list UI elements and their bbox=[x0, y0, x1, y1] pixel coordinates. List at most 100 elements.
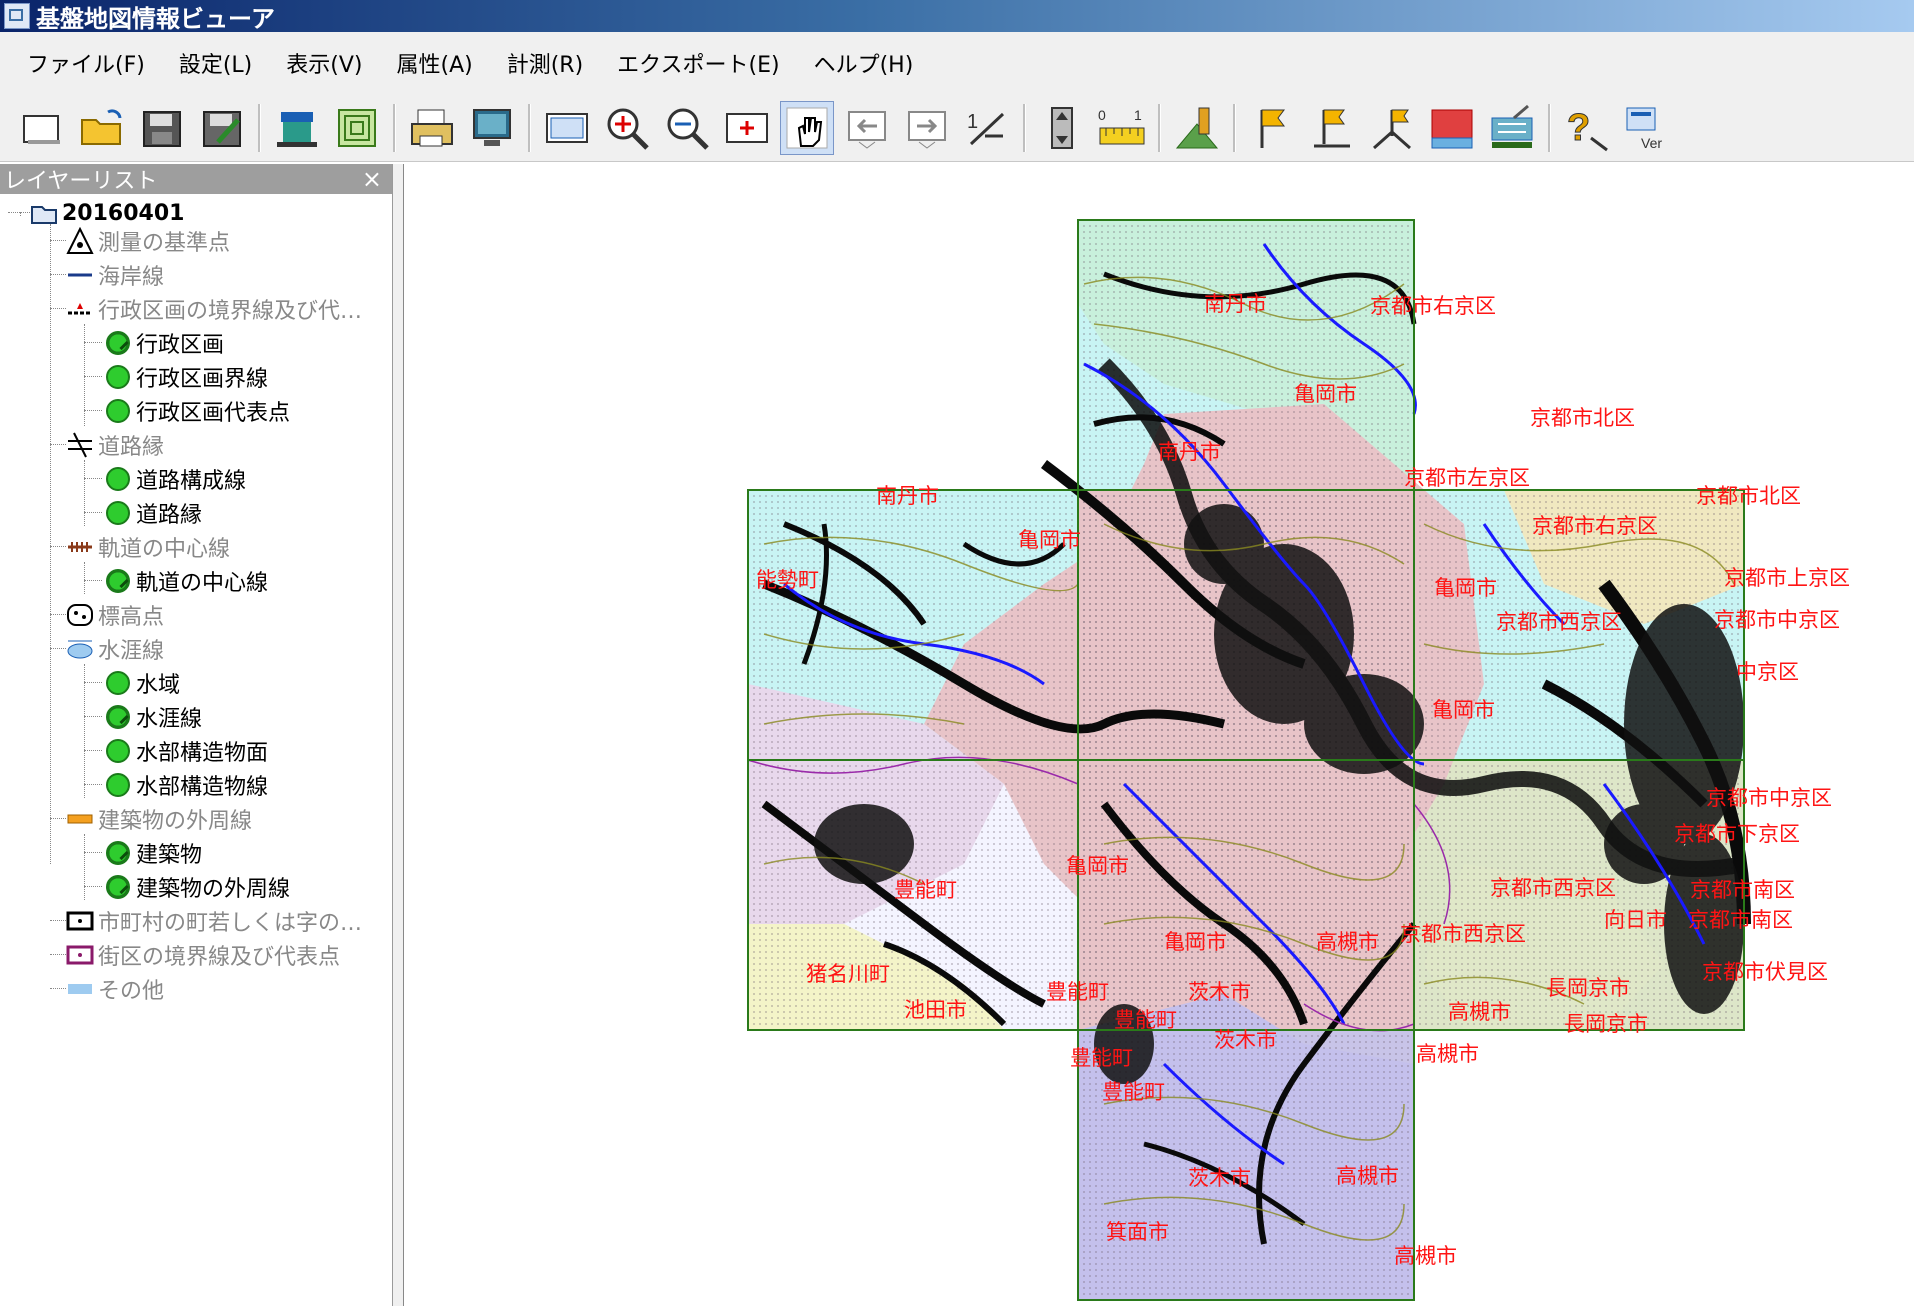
place-label: 高槻市 bbox=[1416, 1042, 1479, 1066]
screen-icon[interactable] bbox=[465, 101, 519, 155]
sublayer-waterline[interactable]: 水涯線 bbox=[104, 700, 202, 734]
scale-icon[interactable]: 1 bbox=[960, 101, 1014, 155]
visibility-on-icon[interactable] bbox=[104, 771, 132, 799]
sublayer-label: 水涯線 bbox=[136, 707, 203, 732]
panel-splitter[interactable] bbox=[393, 164, 404, 1306]
sublayer-building-outline[interactable]: 建築物の外周線 bbox=[104, 870, 290, 904]
open-folder-icon[interactable] bbox=[75, 101, 129, 155]
full-extent-icon[interactable] bbox=[540, 101, 594, 155]
new-icon[interactable] bbox=[15, 101, 69, 155]
layer-coastline[interactable]: 海岸線 bbox=[66, 258, 164, 292]
place-label: 京都市北区 bbox=[1530, 406, 1635, 430]
visibility-on-icon[interactable] bbox=[104, 669, 132, 697]
visibility-on-icon[interactable] bbox=[104, 839, 132, 867]
sublayer-building[interactable]: 建築物 bbox=[104, 836, 202, 870]
layer-elevation-point[interactable]: 標高点 bbox=[66, 598, 164, 632]
vertical-scale-icon[interactable] bbox=[1035, 101, 1089, 155]
flag-line-icon[interactable] bbox=[1305, 101, 1359, 155]
layer-survey-point[interactable]: 測量の基準点 bbox=[66, 224, 230, 258]
app-icon bbox=[4, 3, 30, 29]
visibility-on-icon[interactable] bbox=[104, 703, 132, 731]
map-view[interactable]: 南丹市 京都市右京区 亀岡市 京都市北区 南丹市 京都市左京区 京都市北区 南丹… bbox=[404, 164, 1914, 1306]
sublayer-road-component[interactable]: 道路構成線 bbox=[104, 462, 246, 496]
other-icon bbox=[66, 975, 94, 1003]
pan-hand-icon[interactable] bbox=[780, 100, 834, 155]
toolbar-separator bbox=[393, 103, 396, 152]
visibility-on-icon[interactable] bbox=[104, 465, 132, 493]
layer-block-boundary[interactable]: 街区の境界線及び代表点 bbox=[66, 938, 340, 972]
sublayer-water-area[interactable]: 水域 bbox=[104, 666, 180, 700]
zoom-box-icon[interactable] bbox=[720, 101, 774, 155]
place-label: 京都市下京区 bbox=[1674, 822, 1800, 846]
layer-label: 軌道の中心線 bbox=[98, 537, 231, 562]
place-label: 京都市上京区 bbox=[1724, 566, 1850, 590]
flag-icon[interactable] bbox=[1245, 101, 1299, 155]
place-label: 茨木市 bbox=[1214, 1028, 1277, 1052]
sublayer-railway-center[interactable]: 軌道の中心線 bbox=[104, 564, 268, 598]
layer-label: 建築物の外周線 bbox=[98, 809, 253, 834]
layer-waterline[interactable]: 水涯線 bbox=[66, 632, 164, 666]
place-label: 豊能町 bbox=[1070, 1046, 1133, 1070]
menu-file[interactable]: ファイル(F) bbox=[10, 47, 162, 79]
layer-building-outline[interactable]: 建築物の外周線 bbox=[66, 802, 252, 836]
elevation-icon[interactable] bbox=[1170, 101, 1224, 155]
help-icon[interactable]: ? bbox=[1560, 101, 1614, 155]
menu-export[interactable]: エクスポート(E) bbox=[600, 47, 796, 79]
place-label: 京都市南区 bbox=[1688, 908, 1793, 932]
ruler-icon[interactable]: 01 bbox=[1095, 101, 1149, 155]
visibility-on-icon[interactable] bbox=[104, 567, 132, 595]
layer-road-edge[interactable]: 道路縁 bbox=[66, 428, 164, 462]
zoom-in-icon[interactable] bbox=[600, 101, 654, 155]
profile-icon[interactable] bbox=[1425, 101, 1479, 155]
visibility-on-icon[interactable] bbox=[104, 873, 132, 901]
menu-settings[interactable]: 設定(L) bbox=[162, 47, 269, 79]
layer-railway-center[interactable]: 軌道の中心線 bbox=[66, 530, 230, 564]
sublayer-water-structure-area[interactable]: 水部構造物面 bbox=[104, 734, 268, 768]
layer-list-panel: レイヤーリスト × 20160401 測量の基準点 海岸線 行政区画の境界線及び… bbox=[0, 164, 393, 1306]
save-as-icon[interactable] bbox=[195, 101, 249, 155]
sublayer-road-edge[interactable]: 道路縁 bbox=[104, 496, 202, 530]
layer-other[interactable]: その他 bbox=[66, 972, 164, 1006]
title-bar: 基盤地図情報ビューア bbox=[0, 0, 1914, 33]
sublayer-label: 行政区画 bbox=[136, 333, 225, 358]
elevation-point-icon bbox=[66, 601, 94, 629]
sublayer-admin-boundary-line[interactable]: 行政区画界線 bbox=[104, 360, 268, 394]
previous-view-icon[interactable] bbox=[840, 101, 894, 155]
place-label: 亀岡市 bbox=[1294, 382, 1357, 406]
menu-attribute[interactable]: 属性(A) bbox=[379, 47, 489, 79]
save-icon[interactable] bbox=[135, 101, 189, 155]
menu-view[interactable]: 表示(V) bbox=[269, 47, 379, 79]
folder-icon bbox=[30, 199, 58, 227]
place-label: 長岡京市 bbox=[1546, 976, 1630, 1000]
sublayer-admin-rep-point[interactable]: 行政区画代表点 bbox=[104, 394, 290, 428]
place-label: 豊能町 bbox=[1102, 1080, 1165, 1104]
place-label: 南丹市 bbox=[1204, 292, 1267, 316]
visibility-on-icon[interactable] bbox=[104, 397, 132, 425]
menu-measure[interactable]: 計測(R) bbox=[490, 47, 600, 79]
place-label: 高槻市 bbox=[1316, 930, 1379, 954]
close-icon[interactable]: × bbox=[362, 165, 382, 193]
sublayer-label: 道路縁 bbox=[136, 503, 203, 528]
menu-help[interactable]: ヘルプ(H) bbox=[797, 47, 931, 79]
layer-order-icon[interactable] bbox=[330, 101, 384, 155]
sublayer-label: 建築物の外周線 bbox=[136, 877, 291, 902]
print-icon[interactable] bbox=[405, 101, 459, 155]
sublayer-admin-area[interactable]: 行政区画 bbox=[104, 326, 224, 360]
visibility-on-icon[interactable] bbox=[104, 363, 132, 391]
profile-settings-icon[interactable] bbox=[1485, 101, 1539, 155]
visibility-on-icon[interactable] bbox=[104, 737, 132, 765]
map-canvas[interactable] bbox=[404, 164, 1914, 1306]
flag-area-icon[interactable] bbox=[1365, 101, 1419, 155]
zoom-out-icon[interactable] bbox=[660, 101, 714, 155]
sublayer-water-structure-line[interactable]: 水部構造物線 bbox=[104, 768, 268, 802]
visibility-on-icon[interactable] bbox=[104, 499, 132, 527]
place-label: 茨木市 bbox=[1188, 1166, 1251, 1190]
place-label: 箕面市 bbox=[1106, 1220, 1169, 1244]
place-label: 亀岡市 bbox=[1066, 854, 1129, 878]
layer-admin-boundary[interactable]: 行政区画の境界線及び代… bbox=[66, 292, 362, 326]
layer-display-icon[interactable] bbox=[270, 101, 324, 155]
visibility-on-icon[interactable] bbox=[104, 329, 132, 357]
layer-town-boundary[interactable]: 市町村の町若しくは字の… bbox=[66, 904, 362, 938]
version-icon[interactable]: Ver bbox=[1620, 101, 1674, 155]
next-view-icon[interactable] bbox=[900, 101, 954, 155]
